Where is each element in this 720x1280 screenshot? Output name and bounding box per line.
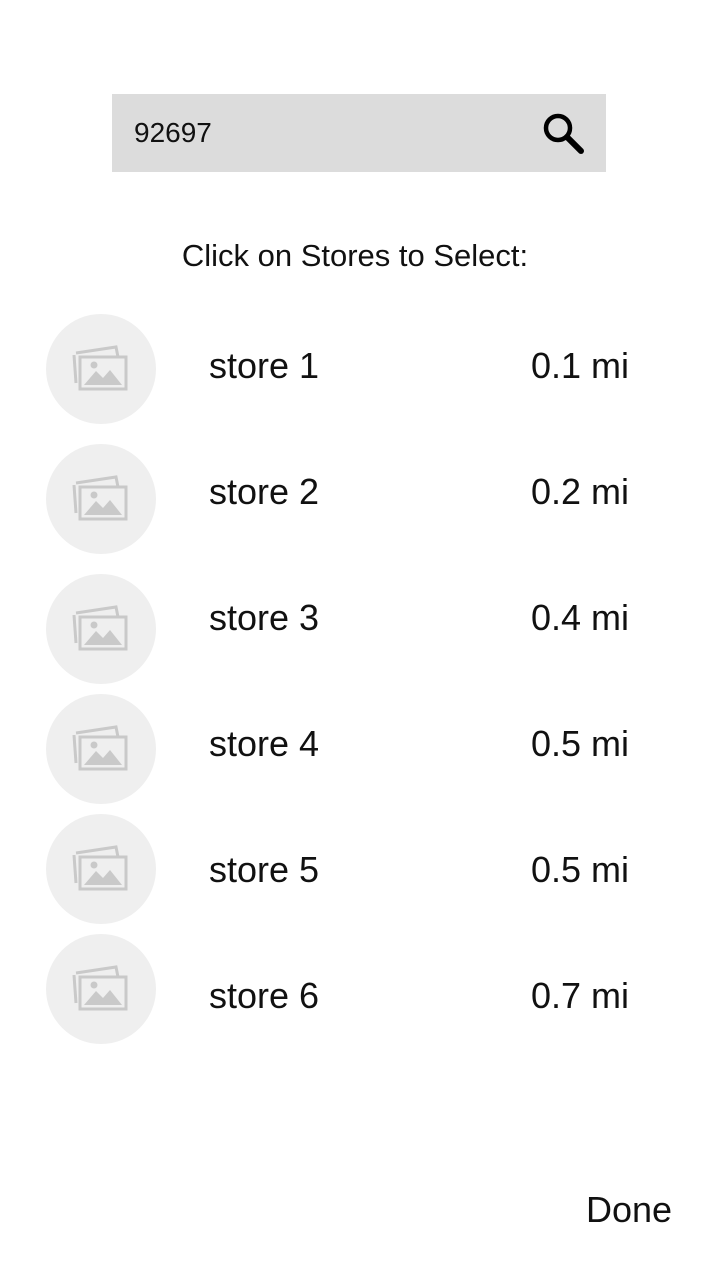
store-name: store 5 [209, 849, 320, 890]
store-distance: 0.2 mi [531, 471, 630, 512]
done-button[interactable]: Done [586, 1190, 672, 1230]
store-name: store 3 [209, 597, 320, 638]
store-thumbnail [46, 934, 156, 1044]
image-placeholder-icon [72, 345, 128, 391]
search-icon [543, 113, 584, 154]
store-name: store 1 [209, 345, 320, 386]
instruction-text: Click on Stores to Select: [181, 238, 529, 273]
store-name: store 4 [209, 723, 320, 764]
store-item[interactable]: store 5 0.5 mi [0, 814, 720, 926]
search-input[interactable] [134, 114, 514, 152]
image-placeholder-icon [72, 725, 128, 771]
store-name: store 6 [209, 975, 320, 1016]
search-bar [112, 94, 606, 172]
store-item[interactable]: store 2 0.2 mi [0, 444, 720, 556]
image-placeholder-icon [72, 605, 128, 651]
store-thumbnail [46, 814, 156, 924]
store-distance: 0.5 mi [531, 849, 630, 890]
store-distance: 0.7 mi [531, 975, 630, 1016]
store-thumbnail [46, 574, 156, 684]
image-placeholder-icon [72, 475, 128, 521]
store-distance: 0.1 mi [531, 345, 630, 386]
image-placeholder-icon [72, 845, 128, 891]
store-thumbnail [46, 694, 156, 804]
store-thumbnail [46, 314, 156, 424]
store-thumbnail [46, 444, 156, 554]
store-name: store 2 [209, 471, 320, 512]
image-placeholder-icon [72, 965, 128, 1011]
store-item[interactable]: store 4 0.5 mi [0, 694, 720, 806]
store-distance: 0.5 mi [531, 723, 630, 764]
store-item[interactable]: store 6 0.7 mi [0, 934, 720, 1046]
store-distance: 0.4 mi [531, 597, 630, 638]
store-item[interactable]: store 1 0.1 mi [0, 314, 720, 426]
store-item[interactable]: store 3 0.4 mi [0, 574, 720, 686]
search-button[interactable] [538, 108, 588, 158]
